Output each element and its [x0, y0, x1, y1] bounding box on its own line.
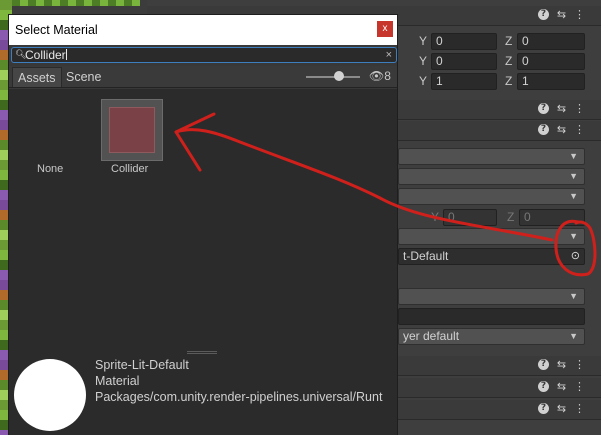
annotation-circle: [554, 219, 597, 277]
annotation-arrowhead: [174, 112, 216, 172]
annotation-arrow: [174, 128, 554, 242]
annotation-overlay: [174, 112, 597, 277]
